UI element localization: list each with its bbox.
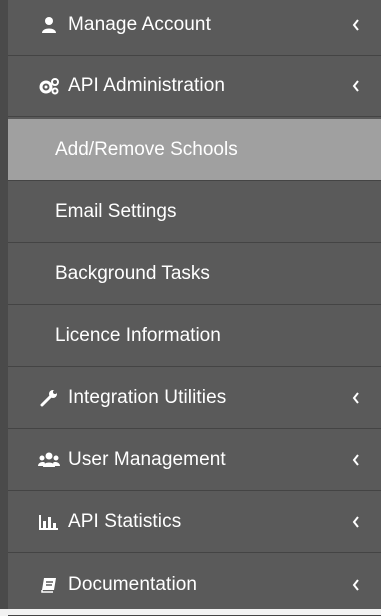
submenu-item-label: Licence Information [55,324,221,346]
menu-item-label: Integration Utilities [68,387,227,408]
menu-item-manage-account[interactable]: Manage Account [8,0,381,56]
menu-item-label: API Administration [68,75,226,96]
submenu-item-licence-information[interactable]: Licence Information [8,305,381,367]
submenu-item-label: Add/Remove Schools [55,138,238,160]
submenu-item-add-remove-schools[interactable]: Add/Remove Schools [8,119,381,181]
users-icon [38,449,60,471]
menu-item-label: Manage Account [68,14,211,35]
sidebar-edge [0,0,8,609]
menu-item-label: User Management [68,449,226,470]
cogs-icon [38,75,60,97]
menu-item-integration-utilities[interactable]: Integration Utilities [8,368,381,429]
chevron-left-icon [352,19,359,31]
menu-item-api-administration[interactable]: API Administration [8,56,381,117]
submenu-item-label: Background Tasks [55,262,210,284]
menu-item-documentation[interactable]: Documentation [8,555,381,616]
chevron-left-icon [352,516,359,528]
submenu-item-email-settings[interactable]: Email Settings [8,181,381,243]
book-icon [38,574,60,596]
submenu-item-background-tasks[interactable]: Background Tasks [8,243,381,305]
menu-item-label: API Statistics [68,511,182,532]
chevron-left-icon [352,392,359,404]
menu-item-label: Documentation [68,574,198,595]
user-icon [38,14,60,36]
chevron-left-icon [352,454,359,466]
bar-chart-icon [38,511,60,533]
wrench-icon [38,387,60,409]
chevron-left-icon [352,579,359,591]
chevron-left-icon [352,80,359,92]
menu-item-user-management[interactable]: User Management [8,430,381,491]
sidebar-menu: Manage Account API Administration Add/Re… [0,0,381,616]
menu-item-api-statistics[interactable]: API Statistics [8,492,381,553]
submenu-item-label: Email Settings [55,200,177,222]
